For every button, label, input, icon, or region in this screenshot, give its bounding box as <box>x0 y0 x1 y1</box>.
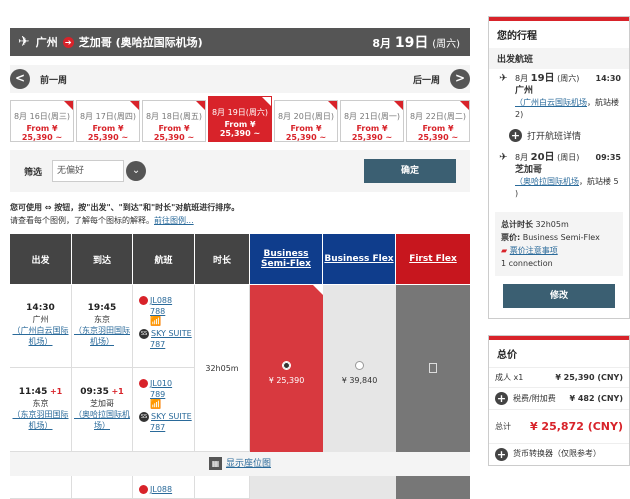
header-duration[interactable]: 时长 <box>195 234 249 284</box>
leg-depart: ✈ 8月 19日 (周六) 14:30 广州 （广州白云国际机场，航站楼 2) <box>499 73 621 119</box>
seg1-flight: JL088 788 📶 SS SKY SUITE 787 <box>133 285 195 368</box>
sidebar: 您的行程 出发航班 ✈ 8月 19日 (周六) 14:30 广州 （广州白云国际… <box>488 16 630 466</box>
week-nav: < 前一周 后一周 > <box>10 65 470 93</box>
duration-cell: 32h05m <box>195 285 250 452</box>
prev-week-button[interactable]: < <box>10 69 30 89</box>
total-price-box: 总价 成人 x1 ¥ 25,390 (CNY) + 税费/附加费 ¥ 482 (CNY… <box>488 335 630 466</box>
warning-icon: ▰ <box>501 246 508 255</box>
next-row-flight: JL088 <box>133 476 195 499</box>
fare-business-semi-flex[interactable]: ¥ 25,390 <box>250 285 323 452</box>
filter-bar: 筛选 无偏好 ⌄ 确定 <box>10 150 470 192</box>
plus-icon: + <box>495 448 508 461</box>
seatmap-bar: ▦ 显示座位图 <box>10 452 470 476</box>
plus-icon: + <box>495 392 508 405</box>
fare-notice-link[interactable]: 票价注意事项 <box>510 246 558 255</box>
flight-table: 出发 到达 航班 时长 Business Semi-Flex Business … <box>10 234 470 499</box>
chevron-down-icon[interactable]: ⌄ <box>126 161 147 181</box>
date-tab[interactable]: 8月 21日(周一) From ¥ 25,390 ~ <box>340 100 404 142</box>
next-row-fare[interactable] <box>323 476 396 499</box>
sky-suite-icon: SS <box>139 328 149 339</box>
jal-logo-icon <box>139 485 148 494</box>
tax-row[interactable]: + 税费/附加费 ¥ 482 (CNY) <box>489 387 629 409</box>
selected-date: 8月 19日 (周六) <box>372 35 460 51</box>
corner-flag-icon <box>130 101 139 110</box>
main-panel: ✈ 广州 ➔ 芝加哥 (奥哈拉国际机场) 8月 19日 (周六) < 前一周 后… <box>0 0 470 499</box>
total-title: 总价 <box>497 350 517 361</box>
open-flight-details-button[interactable]: + 打开航班详情 <box>509 129 621 142</box>
header-depart[interactable]: 出发 <box>10 234 71 284</box>
destination-city: 芝加哥 (奥哈拉国际机场) <box>78 36 203 49</box>
corner-flag-icon <box>394 101 403 110</box>
next-week-label[interactable]: 后一周 <box>413 73 440 86</box>
date-tab[interactable]: 8月 18日(周五) From ¥ 25,390 ~ <box>142 100 206 142</box>
route-bar: ✈ 广州 ➔ 芝加哥 (奥哈拉国际机场) 8月 19日 (周六) <box>10 28 470 56</box>
unavailable-icon <box>429 363 437 373</box>
date-tab-selected[interactable]: 8月 19日(周六) From ¥ 25,390 ~ <box>208 96 272 142</box>
itinerary-box: 您的行程 出发航班 ✈ 8月 19日 (周六) 14:30 广州 （广州白云国际… <box>488 16 630 319</box>
date-tab[interactable]: 8月 17日(周四) From ¥ 25,390 ~ <box>76 100 140 142</box>
corner-flag-icon <box>328 101 337 110</box>
adult-fare-row: 成人 x1 ¥ 25,390 (CNY) <box>489 367 629 387</box>
fare-radio-selected[interactable] <box>282 361 291 370</box>
date-tab[interactable]: 8月 22日(周二) From ¥ 25,390 ~ <box>406 100 470 142</box>
header-business-flex[interactable]: Business Flex <box>323 234 395 284</box>
landing-icon: ✈ <box>499 152 508 163</box>
corner-flag-icon <box>313 285 323 295</box>
next-row-fare <box>396 476 470 499</box>
corner-flag-icon <box>196 101 205 110</box>
currency-converter[interactable]: + 货币转换器（仅限参考） <box>489 443 629 465</box>
outbound-section: 出发航班 <box>489 48 629 69</box>
corner-flag-icon <box>460 101 469 110</box>
header-arrive[interactable]: 到达 <box>72 234 132 284</box>
trip-summary: 总计时长 32h05m 票价: Business Semi-Flex ▰ 票价注… <box>495 212 623 276</box>
next-row-fare[interactable] <box>250 476 323 499</box>
seg2-depart: 11:45 +1 东京 （东京羽田国际机场） <box>10 368 72 452</box>
confirm-button[interactable]: 确定 <box>364 159 456 183</box>
takeoff-icon: ✈ <box>499 73 508 84</box>
sky-suite-icon: SS <box>139 411 149 422</box>
leg-arrive: ✈ 8月 20日 (周日) 09:35 芝加哥 （奥哈拉国际机场，航站楼 5 ) <box>499 152 621 198</box>
show-seatmap-link[interactable]: 显示座位图 <box>226 459 271 469</box>
jal-logo-icon <box>139 296 148 305</box>
edit-button[interactable]: 修改 <box>503 284 615 308</box>
filter-select[interactable]: 无偏好 <box>52 160 125 182</box>
grand-total-row: 总计 ¥ 25,872 (CNY) <box>489 409 629 443</box>
wifi-icon: 📶 <box>150 400 162 410</box>
filter-label: 筛选 <box>24 167 43 178</box>
seg2-flight: JL010 789 📶 SS SKY SUITE 787 <box>133 368 195 452</box>
seg1-arrive: 19:45 东京 （东京羽田国际机场） <box>72 285 133 368</box>
next-row-arrive <box>72 476 133 499</box>
legend-link[interactable]: 前往图例... <box>154 216 194 225</box>
jal-logo-icon <box>139 379 148 388</box>
airplane-icon: ✈ <box>18 34 30 50</box>
date-selector: 8月 16日(周三) From ¥ 25,390 ~ 8月 17日(周四) From… <box>10 96 470 142</box>
next-row-depart <box>10 476 72 499</box>
next-row-duration <box>195 476 250 499</box>
origin-city: 广州 <box>35 36 58 49</box>
itinerary-title: 您的行程 <box>497 31 537 42</box>
wifi-icon: 📶 <box>150 317 162 327</box>
header-first-flex[interactable]: First Flex <box>396 234 470 284</box>
corner-flag-icon <box>262 97 271 106</box>
plus-icon: + <box>509 129 522 142</box>
fare-business-flex[interactable]: ¥ 39,840 <box>323 285 396 452</box>
seat-icon: ▦ <box>208 457 222 470</box>
seg2-arrive: 09:35 +1 芝加哥 （奥哈拉国际机场） <box>72 368 133 452</box>
sort-info: 您可使用 ⇔ 按钮，按"出发"、"到达"和"时长"对航班进行排序。 请查看每个图… <box>10 201 470 227</box>
date-tab[interactable]: 8月 16日(周三) From ¥ 25,390 ~ <box>10 100 74 142</box>
seg1-depart: 14:30 广州 （广州白云国际机场） <box>10 285 72 368</box>
next-week-button[interactable]: > <box>450 69 470 89</box>
header-flight: 航班 <box>133 234 194 284</box>
legend-hint: 请查看每个图例，了解每个图标的解释。 <box>10 216 154 225</box>
header-business-semi-flex[interactable]: Business Semi-Flex <box>250 234 322 284</box>
prev-week-label[interactable]: 前一周 <box>40 73 67 86</box>
fare-radio[interactable] <box>355 361 364 370</box>
date-tab[interactable]: 8月 20日(周日) From ¥ 25,390 ~ <box>274 100 338 142</box>
sort-hint: 您可使用 ⇔ 按钮，按"出发"、"到达"和"时长"对航班进行排序。 <box>10 203 240 212</box>
fare-first-flex-unavailable <box>396 285 470 452</box>
corner-flag-icon <box>64 101 73 110</box>
arrow-right-icon: ➔ <box>62 36 74 48</box>
